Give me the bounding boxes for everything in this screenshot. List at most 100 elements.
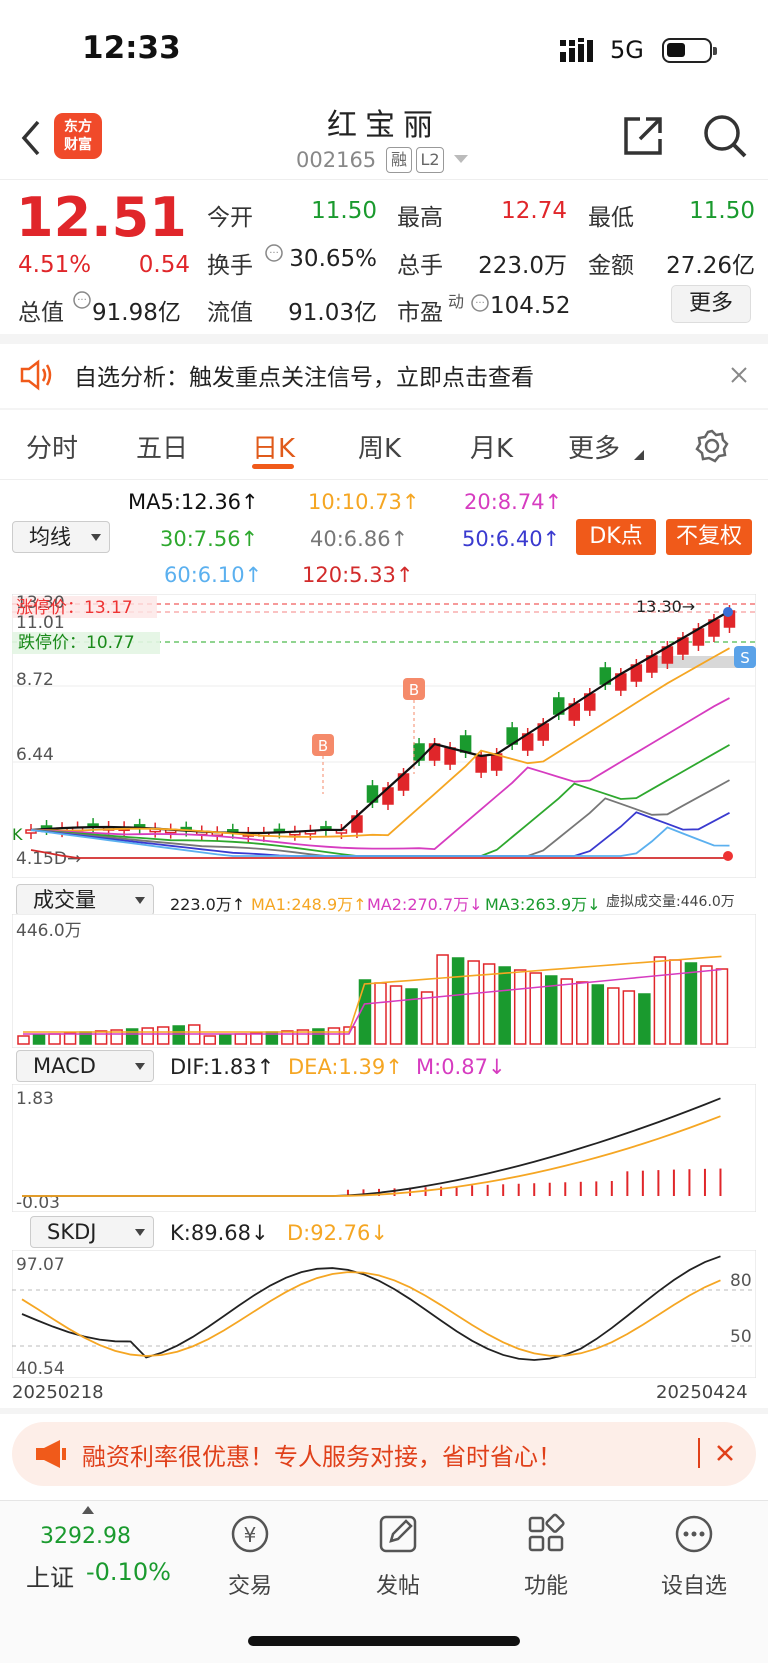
megaphone-icon (36, 1440, 66, 1468)
more-dots-icon[interactable] (672, 1512, 716, 1556)
volume-bar (684, 962, 698, 1045)
post-icon[interactable] (376, 1512, 420, 1556)
macd-chart[interactable]: 1.83 -0.03 (12, 1084, 756, 1212)
macd-m: M:0.87↓ (416, 1055, 506, 1079)
open-label: 今开 (207, 205, 253, 231)
volume-select[interactable]: 成交量 (16, 884, 154, 916)
period-tabs: 分时 五日 日K 周K 月K 更多 (0, 408, 768, 480)
volume-bar (281, 1030, 294, 1045)
volume-bar (203, 1035, 217, 1045)
tab-yuek[interactable]: 月K (470, 428, 513, 465)
caret-icon (634, 450, 644, 460)
divider (0, 334, 768, 344)
skdj-ymin: 40.54 (16, 1359, 65, 1378)
volume-bar (451, 957, 465, 1045)
high-label: 最高 (397, 205, 443, 231)
low-price-label: 4.15D→ (16, 849, 81, 869)
index-name[interactable]: 上证 (26, 1558, 74, 1593)
function-icon[interactable] (524, 1512, 568, 1556)
volume-bar (669, 959, 682, 1045)
volume-ma2: MA2:270.7万↓ (367, 895, 483, 914)
tab-more[interactable]: 更多 (568, 428, 620, 465)
speaker-icon (20, 359, 52, 391)
amount-label: 金额 (588, 253, 634, 279)
volume-bar (374, 982, 387, 1045)
fuquan-button[interactable]: 不复权 (666, 519, 752, 555)
info-icon[interactable]: ··· (470, 293, 490, 313)
nav-post[interactable]: 发帖 (348, 1568, 448, 1600)
gear-icon[interactable] (694, 428, 730, 464)
volume-bar (32, 1034, 46, 1045)
ma10-label: 10:10.73↑ (308, 490, 420, 514)
volume-bar (219, 1034, 232, 1045)
skdj-d: D:92.76↓ (287, 1221, 388, 1245)
limit-down-label: 跌停价：10.77 (18, 633, 135, 653)
signal-notice[interactable]: 自选分析：触发重点关注信号，立即点击查看 (0, 344, 768, 408)
home-indicator (248, 1636, 520, 1646)
ma40-label: 40:6.86↑ (310, 527, 409, 551)
skdj-select[interactable]: SKDJ (30, 1216, 154, 1248)
volume-bar (156, 1026, 170, 1045)
pe-label: 市盈 (397, 300, 443, 326)
volume-bar (529, 972, 542, 1045)
chevron-down-icon[interactable] (454, 155, 468, 165)
trade-icon[interactable]: ¥ (228, 1512, 272, 1556)
battery-icon (662, 38, 717, 63)
volume-bar (622, 990, 636, 1045)
volume-bar (420, 991, 434, 1045)
kline-chart[interactable]: 13.30 涨停价：13.17 11.01 跌停价：10.77 8.72 6.4… (12, 594, 756, 878)
status-bar: 12:33 5G (0, 0, 768, 100)
active-tab-indicator (252, 464, 294, 469)
volume-bar (141, 1027, 154, 1045)
index-change[interactable]: -0.10% (86, 1558, 171, 1586)
ma50-label: 50:6.40↑ (462, 527, 561, 551)
info-icon[interactable]: ··· (72, 290, 92, 310)
index-value[interactable]: 3292.98 (40, 1524, 131, 1549)
macd-dif: DIF:1.83↑ (170, 1055, 275, 1079)
ma-select[interactable]: 均线 (12, 521, 110, 553)
search-icon[interactable] (702, 113, 748, 159)
candle (475, 755, 487, 773)
svg-text:···: ··· (269, 248, 279, 259)
close-icon[interactable] (730, 366, 748, 384)
share-icon[interactable] (620, 113, 666, 159)
skdj-k: K:89.68↓ (170, 1221, 269, 1245)
turnover-label: 换手 (207, 253, 253, 279)
tab-wuri[interactable]: 五日 (136, 428, 188, 465)
nav-function[interactable]: 功能 (496, 1568, 596, 1600)
more-button[interactable]: 更多 (671, 285, 751, 323)
ma120-label: 120:5.33↑ (302, 563, 414, 587)
y-label-4: 6.44 (16, 745, 54, 765)
volume-bar (653, 956, 667, 1045)
ma30-label: 30:7.56↑ (160, 527, 259, 551)
volume-bar (17, 1035, 30, 1045)
open-value: 11.50 (311, 198, 377, 224)
mcap-value: 91.98亿 (92, 300, 181, 326)
close-icon[interactable] (716, 1444, 734, 1462)
nav-trade[interactable]: 交易 (200, 1568, 300, 1600)
volume-bar (576, 981, 589, 1045)
volume-bar (467, 960, 480, 1045)
volume-bar (482, 963, 496, 1045)
svg-text:···: ··· (77, 295, 87, 306)
buy-marker-label: B (409, 681, 419, 699)
volume-chart[interactable]: 446.0万 (12, 914, 756, 1048)
notice-text: 自选分析：触发重点关注信号，立即点击查看 (74, 365, 534, 391)
dk-button[interactable]: DK点 (576, 519, 656, 555)
sell-marker-label: S (740, 649, 750, 667)
date-end: 20250424 (656, 1382, 748, 1403)
y-label-3: 8.72 (16, 670, 54, 690)
nav-add-watchlist[interactable]: 设自选 (644, 1568, 744, 1600)
promo-text: 融资利率很优惠！专人服务对接，省时省心！ (82, 1443, 562, 1471)
volume-bar (638, 993, 651, 1045)
tab-zhouk[interactable]: 周K (358, 428, 401, 465)
ma5-label: MA5:12.36↑ (128, 490, 259, 514)
skdj-chart[interactable]: 97.07 40.54 80 50 (12, 1250, 756, 1378)
date-start: 20250218 (12, 1382, 104, 1403)
volume-bar (607, 987, 620, 1045)
tab-fenshi[interactable]: 分时 (26, 428, 78, 465)
tab-rik[interactable]: 日K (252, 428, 295, 465)
promo-banner[interactable]: 融资利率很优惠！专人服务对接，省时省心！ (12, 1422, 756, 1486)
mcap-label: 总值 (18, 300, 64, 326)
macd-select[interactable]: MACD (16, 1050, 154, 1082)
